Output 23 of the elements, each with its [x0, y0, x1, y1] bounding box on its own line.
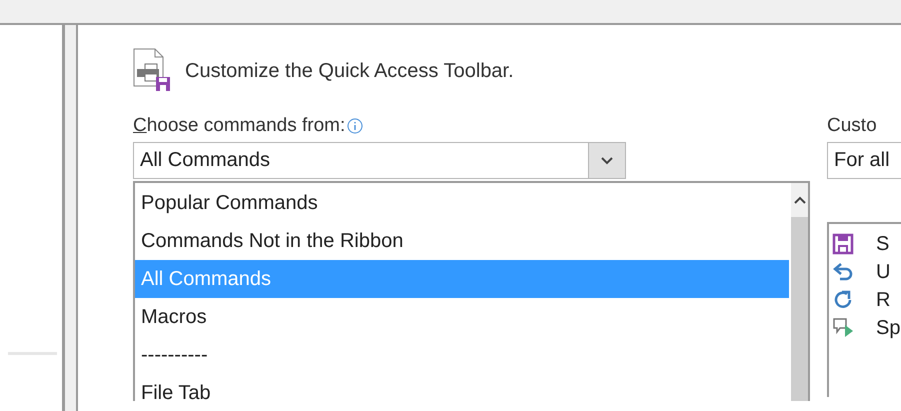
scroll-up-icon[interactable] [794, 196, 806, 204]
dropdown-option[interactable]: Commands Not in the Ribbon [135, 222, 791, 260]
dropdown-option[interactable]: ---------- [135, 336, 791, 374]
dropdown-option[interactable]: Macros [135, 298, 791, 336]
undo-icon [832, 261, 854, 283]
page-title: Customize the Quick Access Toolbar. [185, 60, 514, 82]
dropdown-option[interactable]: Popular Commands [135, 184, 791, 222]
redo-icon [832, 289, 854, 311]
printer-document-icon [133, 48, 171, 92]
field-label: Custo [827, 115, 877, 137]
info-icon [347, 118, 364, 134]
command-item[interactable]: S [876, 232, 890, 256]
toolbar-scope-dropdown[interactable]: For all [827, 142, 901, 179]
command-item[interactable]: R [876, 288, 890, 312]
speech-play-icon [832, 317, 854, 339]
dropdown-option[interactable]: File Tab [135, 374, 791, 401]
dropdown-button[interactable] [588, 143, 625, 178]
commands-dropdown[interactable]: All Commands [133, 142, 626, 179]
command-item[interactable]: U [876, 260, 890, 284]
chevron-down-icon [601, 156, 613, 164]
command-item[interactable]: Sp [876, 316, 900, 340]
field-label: Choose commands from: [133, 115, 346, 137]
scrollbar[interactable] [791, 183, 808, 401]
